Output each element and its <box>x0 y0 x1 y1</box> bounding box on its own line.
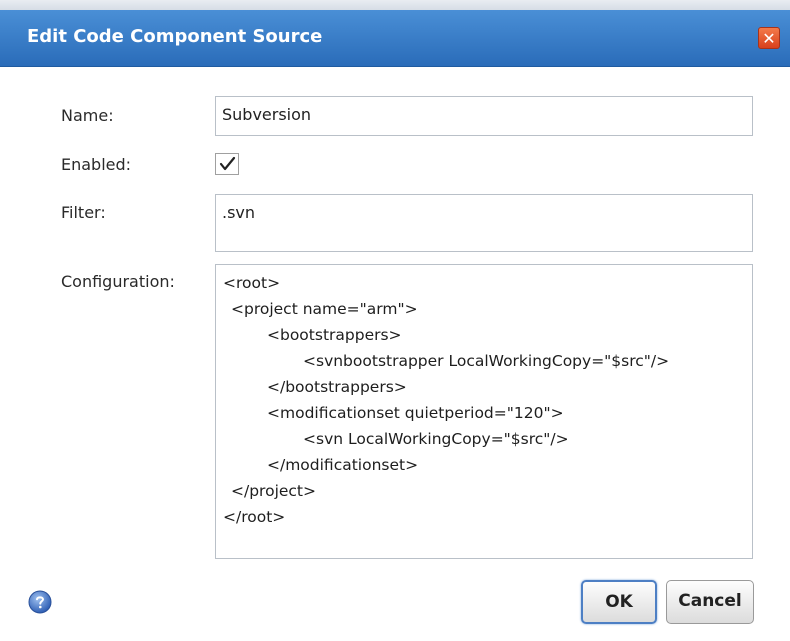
name-field[interactable]: Subversion <box>215 96 753 136</box>
close-button[interactable]: ✕ <box>758 27 780 49</box>
window-top-strip <box>0 0 790 10</box>
config-line: </project> <box>231 482 316 500</box>
dialog-title: Edit Code Component Source <box>27 26 323 47</box>
config-line: <svn LocalWorkingCopy="$src"/> <box>303 430 569 448</box>
config-line: <project name="arm"> <box>231 300 418 318</box>
config-line: <svnbootstrapper LocalWorkingCopy="$src"… <box>303 352 670 370</box>
filter-field[interactable]: .svn <box>215 194 753 252</box>
enabled-checkbox[interactable] <box>215 153 239 175</box>
enabled-label: Enabled: <box>61 155 132 174</box>
config-line: </bootstrappers> <box>267 378 407 396</box>
config-line: <bootstrappers> <box>267 326 402 344</box>
config-line: <root> <box>223 274 281 292</box>
ok-button[interactable]: OK <box>581 580 657 624</box>
name-field-value: Subversion <box>222 105 312 124</box>
config-line: </modificationset> <box>267 456 419 474</box>
filter-field-value: .svn <box>222 203 256 222</box>
dialog-titlebar[interactable]: Edit Code Component Source ✕ <box>0 10 790 67</box>
configuration-label: Configuration: <box>61 272 175 291</box>
cancel-button[interactable]: Cancel <box>666 580 754 624</box>
close-icon: ✕ <box>762 29 776 48</box>
name-label: Name: <box>61 106 114 125</box>
config-line: <modificationset quietperiod="120"> <box>267 404 564 422</box>
edit-code-component-source-dialog: Edit Code Component Source ✕ Name: Subve… <box>0 0 790 641</box>
config-line: </root> <box>223 508 286 526</box>
filter-label: Filter: <box>61 203 106 222</box>
check-icon <box>219 156 236 171</box>
help-icon[interactable] <box>28 590 52 614</box>
configuration-textarea[interactable]: <root> <project name="arm"> <bootstrappe… <box>215 264 753 559</box>
